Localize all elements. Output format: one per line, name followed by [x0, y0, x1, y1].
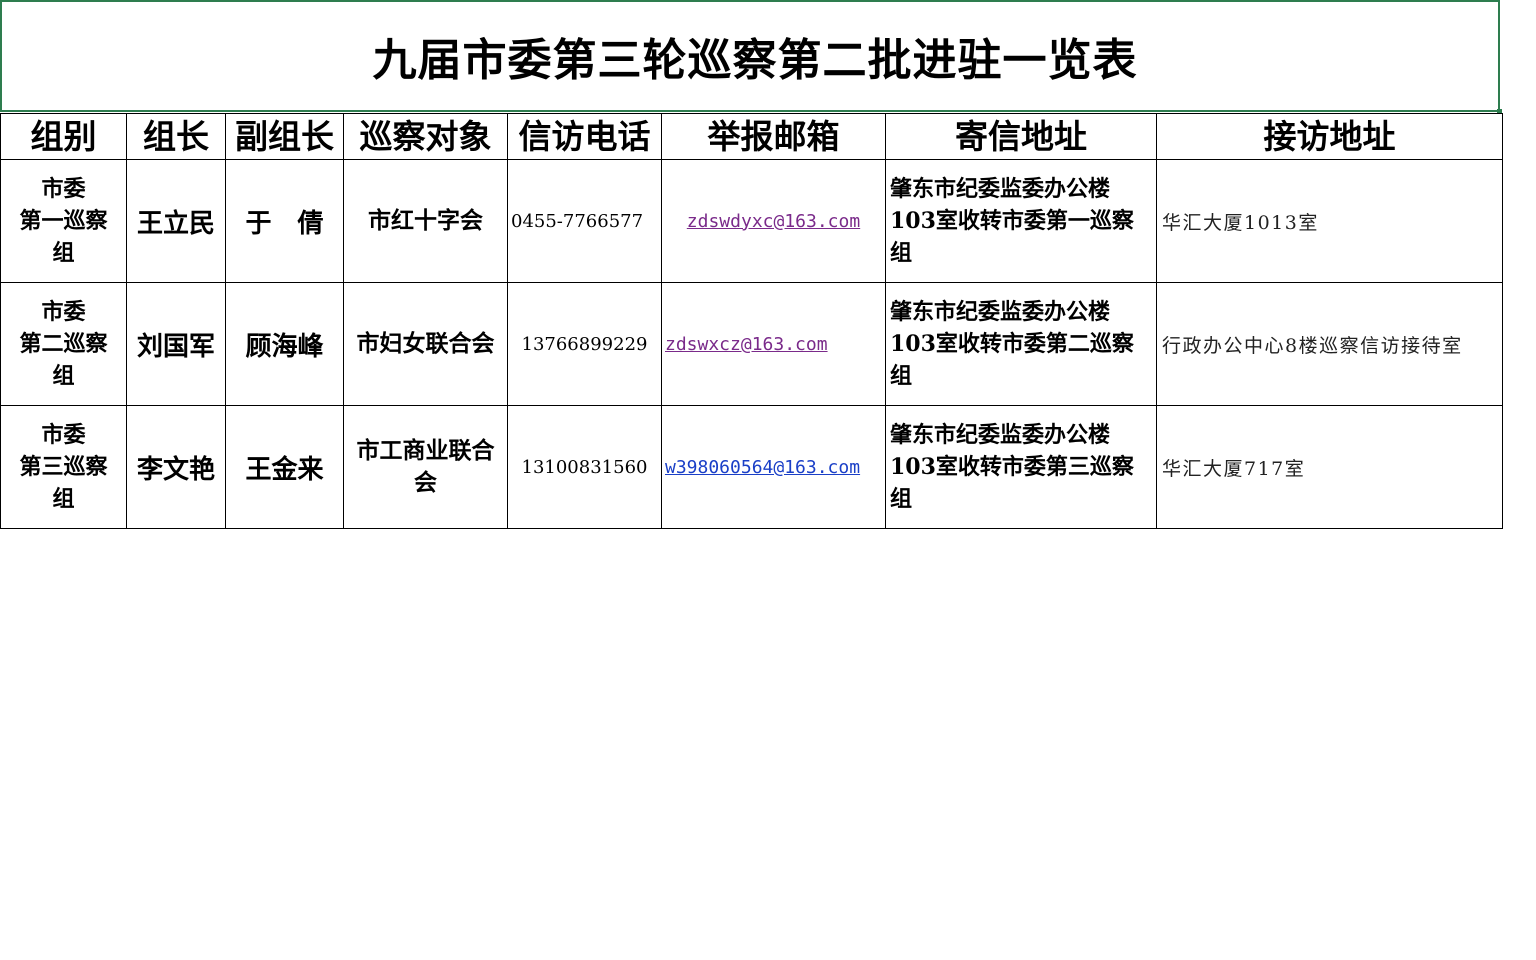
phone-cell: 13766899229 — [507, 282, 662, 406]
mail-line: 组 — [890, 363, 913, 389]
mail-line: 肇东市纪委监委办公楼 — [890, 299, 1111, 325]
mail-line: 肇东市纪委监委办公楼 — [890, 422, 1111, 448]
group-cell: 市委 第二巡察 组 — [0, 282, 127, 406]
group-line: 组 — [52, 363, 75, 389]
group-line: 市委 — [41, 176, 86, 202]
inspection-table: 组别 组长 副组长 巡察对象 信访电话 举报邮箱 寄信地址 接访地址 市委 第一… — [0, 113, 1503, 529]
group-line: 组 — [52, 486, 75, 512]
mail-line: 组 — [890, 240, 913, 266]
email-cell: zdswdyxc@163.com — [661, 159, 886, 283]
header-visit-address: 接访地址 — [1156, 113, 1503, 160]
leader-cell: 王立民 — [126, 159, 226, 283]
email-link[interactable]: w398060564@163.com — [665, 457, 860, 478]
mail-address-cell: 肇东市纪委监委办公楼 103室收转市委第一巡察 组 — [885, 159, 1157, 283]
email-cell: zdswxcz@163.com — [661, 282, 886, 406]
phone-cell: 0455-7766577 — [507, 159, 662, 283]
header-mail-address: 寄信地址 — [885, 113, 1157, 160]
phone-cell: 13100831560 — [507, 405, 662, 529]
group-line: 组 — [52, 240, 75, 266]
deputy-cell: 王金来 — [225, 405, 344, 529]
header-row: 组别 组长 副组长 巡察对象 信访电话 举报邮箱 寄信地址 接访地址 — [0, 113, 1503, 160]
group-line: 市委 — [41, 299, 86, 325]
email-link[interactable]: zdswxcz@163.com — [665, 334, 828, 355]
group-line: 第二巡察 — [19, 331, 108, 357]
header-deputy: 副组长 — [225, 113, 344, 160]
mail-line: 组 — [890, 486, 913, 512]
header-email: 举报邮箱 — [661, 113, 886, 160]
table-row: 市委 第三巡察 组 李文艳 王金来 市工商业联合会 13100831560 w3… — [0, 405, 1503, 529]
table-row: 市委 第一巡察 组 王立民 于 倩 市红十字会 0455-7766577 zds… — [0, 159, 1503, 283]
mail-address-cell: 肇东市纪委监委办公楼 103室收转市委第三巡察 组 — [885, 405, 1157, 529]
header-target: 巡察对象 — [343, 113, 508, 160]
group-line: 第一巡察 — [19, 208, 108, 234]
mail-line: 103室收转市委第二巡察 — [890, 331, 1134, 357]
mail-line: 103室收转市委第一巡察 — [890, 208, 1134, 234]
target-cell: 市工商业联合会 — [343, 405, 508, 529]
mail-line: 103室收转市委第三巡察 — [890, 454, 1134, 480]
visit-address-cell: 华汇大厦1013室 — [1156, 159, 1503, 283]
header-leader: 组长 — [126, 113, 226, 160]
group-cell: 市委 第三巡察 组 — [0, 405, 127, 529]
mail-address-cell: 肇东市纪委监委办公楼 103室收转市委第二巡察 组 — [885, 282, 1157, 406]
title-banner: 九届市委第三轮巡察第二批进驻一览表 — [0, 0, 1502, 114]
page-title: 九届市委第三轮巡察第二批进驻一览表 — [372, 35, 1138, 86]
target-cell: 市红十字会 — [343, 159, 508, 283]
mail-line: 肇东市纪委监委办公楼 — [890, 176, 1111, 202]
email-cell: w398060564@163.com — [661, 405, 886, 529]
table-row: 市委 第二巡察 组 刘国军 顾海峰 市妇女联合会 13766899229 zds… — [0, 282, 1503, 406]
leader-cell: 李文艳 — [126, 405, 226, 529]
header-group: 组别 — [0, 113, 127, 160]
leader-cell: 刘国军 — [126, 282, 226, 406]
deputy-cell: 顾海峰 — [225, 282, 344, 406]
group-cell: 市委 第一巡察 组 — [0, 159, 127, 283]
header-phone: 信访电话 — [507, 113, 662, 160]
group-line: 第三巡察 — [19, 454, 108, 480]
deputy-cell: 于 倩 — [225, 159, 344, 283]
group-line: 市委 — [41, 422, 86, 448]
email-link[interactable]: zdswdyxc@163.com — [687, 211, 860, 232]
visit-address-cell: 行政办公中心8楼巡察信访接待室 — [1156, 282, 1503, 406]
target-cell: 市妇女联合会 — [343, 282, 508, 406]
visit-address-cell: 华汇大厦717室 — [1156, 405, 1503, 529]
